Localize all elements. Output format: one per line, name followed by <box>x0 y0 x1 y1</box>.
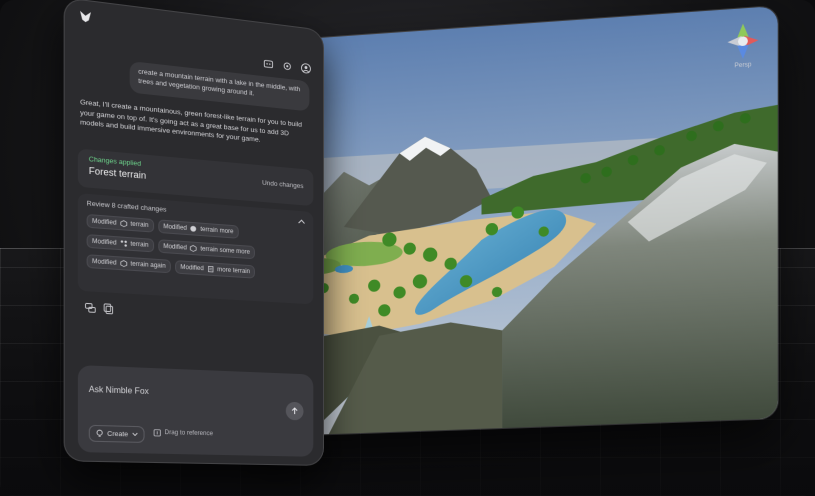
chip-target: terrain some more <box>200 245 250 256</box>
chip-target: terrain more <box>200 226 234 235</box>
chip-action: Modified <box>92 238 117 247</box>
change-chip[interactable]: Modified terrain more <box>157 219 239 239</box>
chip-target: terrain <box>130 240 149 249</box>
chip-target: more terrain <box>217 266 250 275</box>
mode-dropdown[interactable]: Create <box>88 424 145 443</box>
perspective-label: Persp <box>734 62 752 70</box>
drag-reference-label: Drag to reference <box>164 429 214 438</box>
ai-chat-panel: create a mountain terrain with a lake in… <box>63 0 324 466</box>
chip-target: terrain again <box>130 260 166 270</box>
chevron-up-icon[interactable] <box>298 217 306 224</box>
nodes-icon <box>120 240 127 247</box>
chip-action: Modified <box>92 258 117 267</box>
message-actions <box>84 302 114 315</box>
feedback-icon[interactable] <box>84 302 96 314</box>
view-gizmo[interactable]: Persp <box>723 20 762 71</box>
cube-icon <box>190 245 197 253</box>
change-chip[interactable]: Modified terrain some more <box>157 239 255 260</box>
chip-action: Modified <box>92 218 117 227</box>
send-button[interactable] <box>285 401 304 421</box>
change-chip[interactable]: Modified terrain again <box>86 254 171 274</box>
cube-icon <box>120 220 127 228</box>
drag-reference-hint: Drag to reference <box>153 429 213 439</box>
chat-header <box>65 0 323 59</box>
change-chip[interactable]: Modified terrain <box>86 213 154 233</box>
terrain-render <box>248 5 778 437</box>
chip-target: terrain <box>130 220 149 229</box>
sphere-icon <box>190 225 197 232</box>
chip-action: Modified <box>163 223 187 232</box>
arrow-up-icon <box>291 407 299 415</box>
prompt-input[interactable] <box>88 384 246 400</box>
chevron-down-icon <box>131 432 137 436</box>
chat-toolbar <box>263 58 311 75</box>
axis-gizmo-icon <box>727 23 759 60</box>
cube-icon <box>120 260 127 268</box>
change-chip[interactable]: Modified more terrain <box>175 260 255 279</box>
attach-icon <box>153 429 161 438</box>
fox-logo-icon <box>80 10 91 23</box>
scene-viewport[interactable]: Persp <box>248 4 779 438</box>
history-icon[interactable] <box>263 58 274 70</box>
review-header-label: Review 8 crafted changes <box>86 200 167 214</box>
doc-icon <box>207 265 214 273</box>
mode-label: Create <box>107 430 129 438</box>
review-changes-section: Review 8 crafted changes Modified terrai… <box>77 193 314 305</box>
lightbulb-icon <box>95 429 104 438</box>
chip-action: Modified <box>163 243 187 252</box>
chip-action: Modified <box>180 264 204 272</box>
stage: Persp create a mountain terrain with a l… <box>0 0 815 496</box>
change-chip[interactable]: Modified terrain <box>86 234 154 253</box>
settings-icon[interactable] <box>282 60 293 72</box>
chat-composer: Create Drag to reference <box>77 365 314 457</box>
copy-icon[interactable] <box>103 303 115 315</box>
profile-icon[interactable] <box>301 62 312 74</box>
